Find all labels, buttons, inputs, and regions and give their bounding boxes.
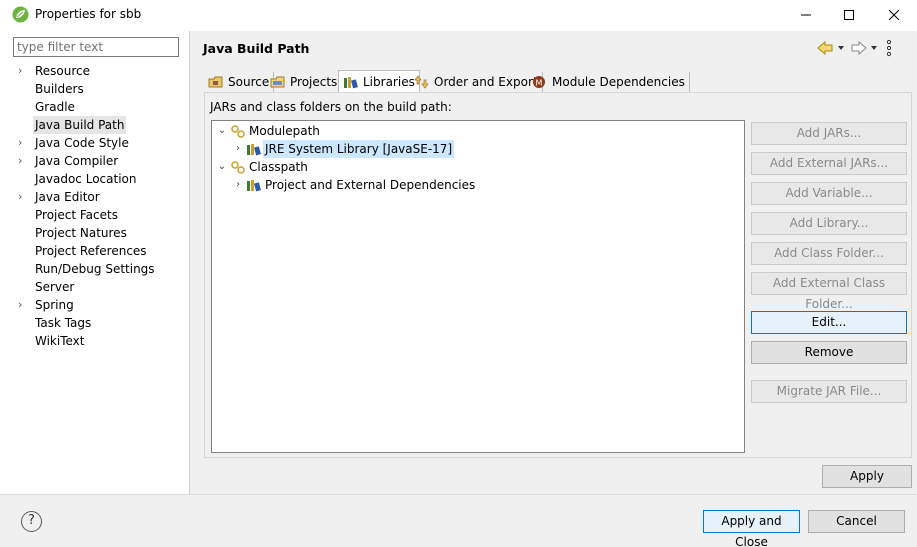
filter-input[interactable] [13,37,179,57]
chevron-right-icon[interactable]: › [18,152,28,170]
dialog-button-bar: ? Apply and Close Cancel [0,494,917,547]
tab-order-export[interactable]: Order and Export [410,72,543,92]
order-export-icon [414,75,429,89]
minimize-button[interactable] [783,0,829,30]
tab-libraries-label: Libraries [363,74,415,89]
page-nav-controls [817,39,892,57]
chevron-right-icon[interactable]: › [18,134,28,152]
nav-item-project-facets[interactable]: Project Facets [6,206,189,224]
tree-node-jre-system-library[interactable]: › JRE System Library [JavaSE-17] [231,140,455,158]
classpath-icon [229,159,247,175]
tab-projects-label: Projects [290,75,338,89]
nav-item-java-editor[interactable]: › Java Editor [6,188,189,206]
nav-item-java-code-style[interactable]: › Java Code Style [6,134,189,152]
maximize-button[interactable] [826,0,872,30]
forward-dropdown-icon[interactable] [871,46,877,50]
libraries-icon [344,76,358,88]
nav-item-wikitext[interactable]: WikiText [6,332,189,350]
window-title: Properties for sbb [35,7,142,21]
left-pane: ›Resource Builders Gradle Java Build Pat… [6,31,189,494]
tree-node-classpath[interactable]: ⌄ Classpath [215,158,310,176]
cancel-button[interactable]: Cancel [808,510,905,533]
maximize-icon [844,10,854,20]
libraries-tab-panel: JARs and class folders on the build path… [204,92,912,458]
close-icon [889,10,899,20]
property-nav-tree: › Resource Builders Gradle Java Build Pat… [6,62,189,350]
apply-and-close-button[interactable]: Apply and Close [703,510,800,547]
tab-source[interactable]: Source [204,72,275,92]
tree-node-modulepath[interactable]: ⌄ Modulepath [215,122,322,140]
modulepath-icon [229,123,247,139]
title-bar: Properties for sbb [0,0,917,30]
chevron-down-icon[interactable]: ⌄ [215,158,229,176]
chevron-right-icon[interactable]: › [231,140,245,158]
add-class-folder-button[interactable]: Add Class Folder... [751,242,907,265]
svg-text:M: M [536,79,543,88]
nav-item-java-compiler[interactable]: › Java Compiler [6,152,189,170]
add-library-button[interactable]: Add Library... [751,212,907,235]
library-tree[interactable]: ⌄ Modulepath › JRE System Library [JavaS… [211,120,745,453]
chevron-right-icon[interactable]: › [18,296,28,314]
source-folder-icon [208,76,223,88]
remove-button[interactable]: Remove [751,341,907,364]
module-icon: M [533,76,545,88]
nav-item-gradle[interactable]: Gradle [6,98,189,116]
nav-item-project-natures[interactable]: Project Natures [6,224,189,242]
edit-button[interactable]: Edit... [751,311,907,334]
tab-libraries[interactable]: Libraries [338,70,420,92]
library-icon [245,141,263,157]
tab-source-label: Source [228,75,270,89]
chevron-right-icon[interactable]: › [18,62,28,80]
nav-item-spring[interactable]: › Spring [6,296,189,314]
apply-button[interactable]: Apply [822,465,912,488]
page-title: Java Build Path [203,41,310,56]
back-arrow-icon[interactable] [817,40,833,56]
nav-item-server[interactable]: Server [6,278,189,296]
nav-item-run-debug-settings[interactable]: Run/Debug Settings [6,260,189,278]
add-external-class-folder-button[interactable]: Add External Class Folder... [751,272,907,311]
chevron-down-icon[interactable]: ⌄ [215,122,229,140]
tree-node-project-external-deps[interactable]: › Project and External Dependencies [231,176,477,194]
more-menu-icon[interactable] [886,39,892,57]
migrate-jar-button[interactable]: Migrate JAR File... [751,380,907,403]
minimize-icon [801,14,811,16]
nav-item-resource[interactable]: › Resource [6,62,189,80]
tab-order-export-label: Order and Export [434,75,538,89]
chevron-right-icon[interactable]: › [18,188,28,206]
nav-item-javadoc-location[interactable]: Javadoc Location [6,170,189,188]
library-icon [245,177,263,193]
forward-arrow-icon[interactable] [851,40,867,56]
build-path-subtitle: JARs and class folders on the build path… [210,100,452,114]
nav-item-project-references[interactable]: Project References [6,242,189,260]
nav-item-task-tags[interactable]: Task Tags [6,314,189,332]
add-external-jars-button[interactable]: Add External JARs... [751,152,907,175]
tab-module-dependencies[interactable]: M Module Dependencies [528,72,690,92]
tab-projects[interactable]: Projects [266,72,343,92]
close-button[interactable] [871,0,917,30]
chevron-right-icon[interactable]: › [231,176,245,194]
spring-leaf-icon [12,6,29,23]
help-icon[interactable]: ? [21,511,42,532]
back-dropdown-icon[interactable] [838,46,844,50]
add-jars-button[interactable]: Add JARs... [751,122,907,145]
tab-module-dependencies-label: Module Dependencies [552,75,685,89]
add-variable-button[interactable]: Add Variable... [751,182,907,205]
nav-item-builders[interactable]: Builders [6,80,189,98]
right-pane: Java Build Path Source Projects Librarie… [190,31,917,494]
nav-item-java-build-path[interactable]: Java Build Path [6,116,189,134]
projects-icon [270,76,285,88]
